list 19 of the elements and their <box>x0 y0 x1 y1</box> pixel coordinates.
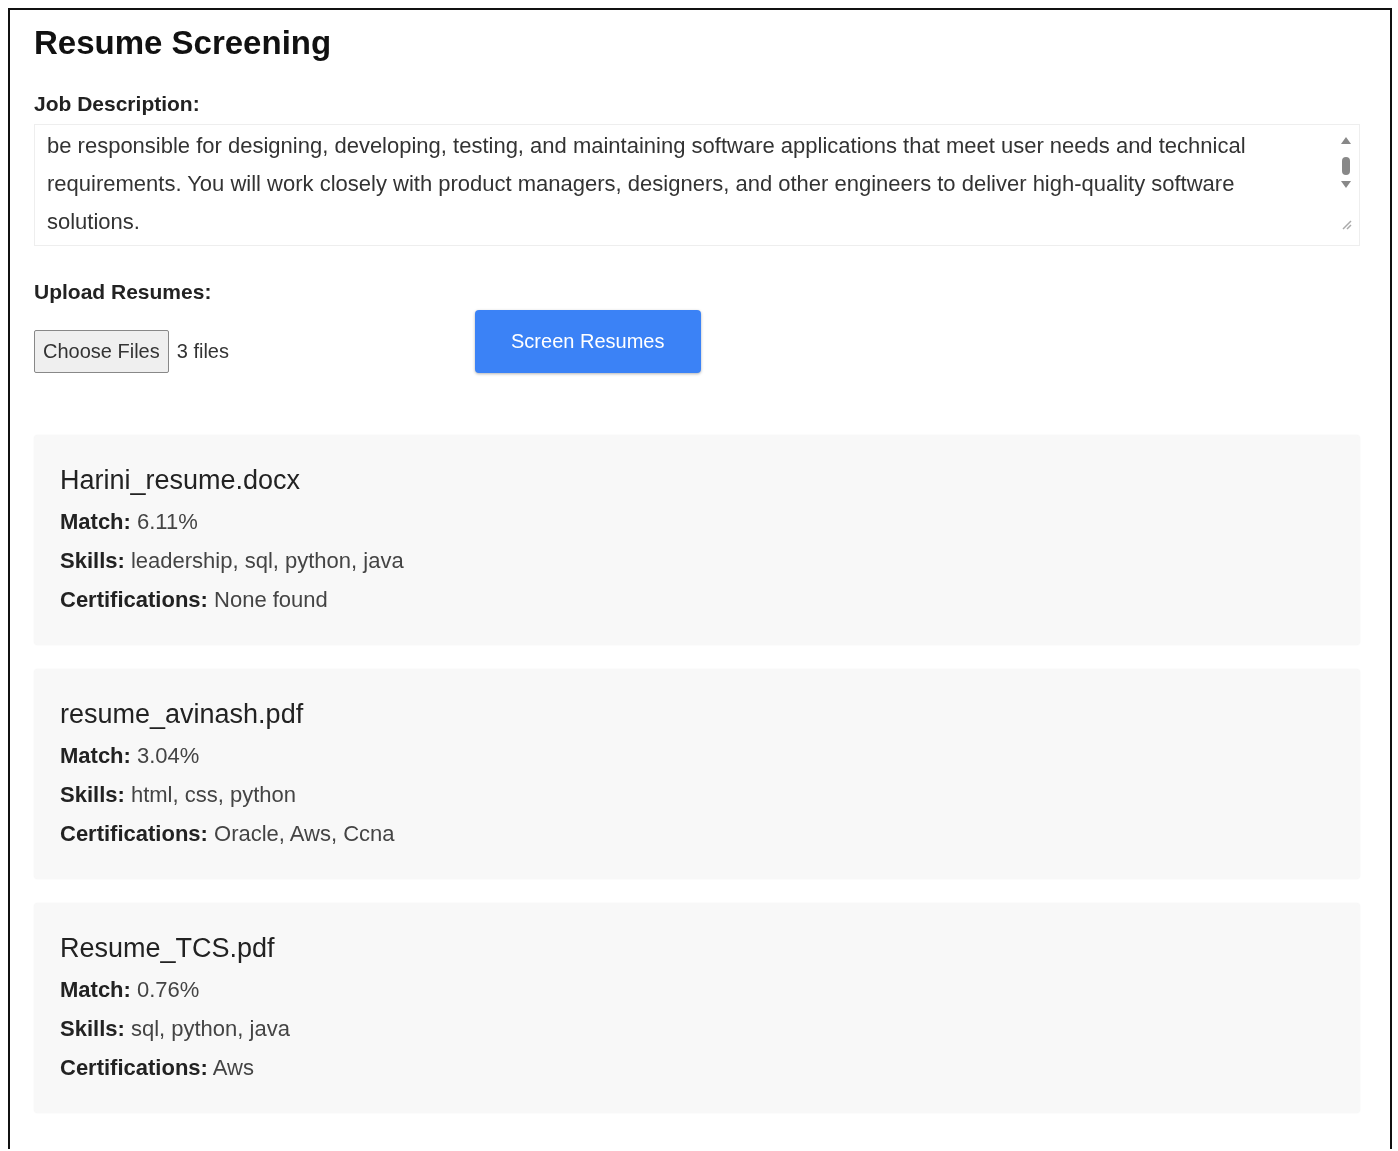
field-label: Upload Resumes: <box>34 280 212 304</box>
choose-files-button[interactable]: Choose Files <box>34 330 169 373</box>
field-label: Job Description: <box>34 92 200 116</box>
screen-resumes-button[interactable]: Screen Resumes <box>474 310 701 373</box>
result-detail: Certifications: None found <box>60 586 329 614</box>
file-count: 3 files <box>176 340 230 363</box>
result-detail: Match: 0.76% <box>60 976 201 1004</box>
result-detail: Skills: html, css, python <box>60 781 297 809</box>
file-name: Harini_resume.docx <box>60 465 302 496</box>
result-detail: Certifications: Aws <box>60 1054 255 1082</box>
file-name: resume_avinash.pdf <box>60 699 305 730</box>
result-detail: Match: 6.11% <box>60 508 199 536</box>
job-description-field[interactable]: be responsible for designing, developing, testing, and maintaining software applications that meet user needs and technical requirements. You will work closely with product managers, designers, and other engineers to deliver high-quality software solutions. <box>34 124 1360 246</box>
page-title: Resume Screening <box>34 24 333 62</box>
result-detail: Match: 3.04% <box>60 742 201 770</box>
result-detail: Certifications: Oracle, Aws, Ccna <box>60 820 396 848</box>
result-detail: Skills: leadership, sql, python, java <box>60 547 405 575</box>
file-name: Resume_TCS.pdf <box>60 933 276 964</box>
result-detail: Skills: sql, python, java <box>60 1015 291 1043</box>
